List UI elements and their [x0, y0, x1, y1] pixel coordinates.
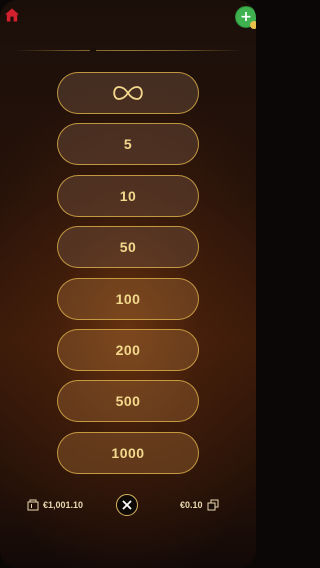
autoplay-options: 5 10 50 100 200 500 1000	[57, 72, 199, 483]
option-label: 200	[115, 341, 141, 358]
home-icon	[5, 8, 19, 22]
chips-icon	[207, 499, 219, 511]
autoplay-screen: + 5 10 50 100 200 500 1000 €1,001.10 €0.…	[0, 0, 256, 568]
option-label: 10	[119, 187, 137, 204]
divider-notch	[90, 48, 96, 52]
option-label: 100	[115, 290, 141, 307]
bet-display: €0.10	[180, 499, 219, 511]
wallet-icon	[27, 499, 39, 511]
autoplay-option-5[interactable]: 5	[57, 123, 199, 166]
autoplay-option-50[interactable]: 50	[57, 226, 199, 269]
autoplay-option-1000[interactable]: 1000	[57, 431, 199, 474]
option-label: 5	[123, 136, 133, 153]
autoplay-option-200[interactable]: 200	[57, 328, 199, 371]
option-label: 50	[119, 239, 137, 256]
notification-badge	[250, 21, 256, 29]
header-divider	[12, 50, 244, 51]
close-icon	[122, 500, 132, 510]
footer-bar: €1,001.10 €0.10	[0, 493, 256, 519]
autoplay-option-100[interactable]: 100	[57, 277, 199, 320]
autoplay-option-10[interactable]: 10	[57, 174, 199, 217]
autoplay-option-infinite[interactable]	[57, 72, 199, 114]
add-funds-button[interactable]: +	[235, 6, 256, 29]
infinity-icon	[113, 86, 143, 100]
home-button[interactable]	[3, 6, 21, 24]
close-button[interactable]	[116, 494, 138, 516]
balance-display: €1,001.10	[27, 499, 83, 511]
bet-amount: €0.10	[180, 500, 203, 510]
option-label: 1000	[111, 444, 145, 461]
option-label: 500	[115, 393, 141, 410]
balance-amount: €1,001.10	[43, 500, 84, 510]
autoplay-option-500[interactable]: 500	[57, 380, 199, 423]
